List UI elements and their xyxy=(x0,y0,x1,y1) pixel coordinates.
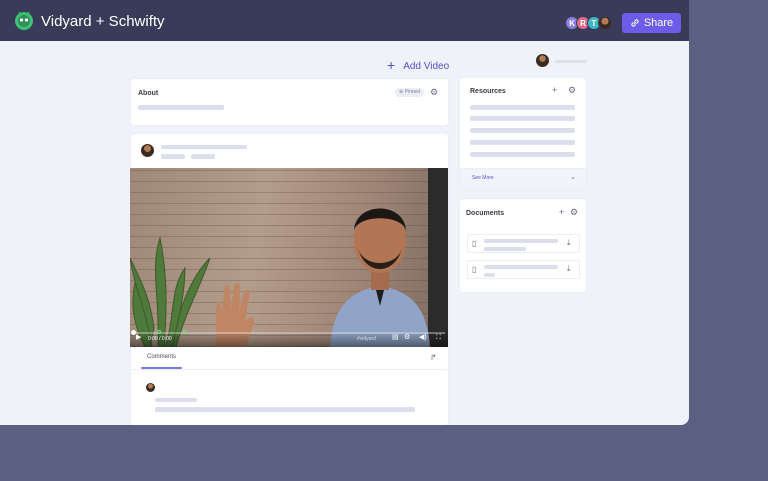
app-title: Vidyard + Schwifty xyxy=(41,13,165,30)
documents-title: Documents xyxy=(466,210,505,217)
file-icon: ▯ xyxy=(472,265,477,274)
share-button[interactable]: Share xyxy=(622,13,681,33)
document-meta-placeholder xyxy=(484,273,495,277)
download-icon[interactable]: ⤓ xyxy=(567,264,571,274)
video-player[interactable]: ▶ 0:00 / 0:00 #vidyard ▤ ⚙ ◀) ⛶ xyxy=(130,168,448,347)
about-card: About ⊕ Pinned ⚙ xyxy=(131,79,448,125)
tab-comments[interactable]: Comments xyxy=(147,354,176,360)
resource-placeholder[interactable] xyxy=(470,140,575,145)
resource-placeholder[interactable] xyxy=(470,128,575,133)
collaborator-avatar-photo[interactable] xyxy=(598,16,612,30)
link-icon xyxy=(631,19,639,27)
fullscreen-icon[interactable]: ⛶ xyxy=(436,334,441,341)
resources-card: Resources + ⚙ See More ⌄ xyxy=(460,78,586,188)
resource-placeholder[interactable] xyxy=(470,105,575,110)
comment-text-placeholder xyxy=(155,407,415,412)
document-item[interactable]: ▯ ⤓ xyxy=(467,260,580,279)
video-time: 0:00 / 0:00 xyxy=(148,336,172,342)
author-name-placeholder xyxy=(161,145,247,149)
presenter-figure xyxy=(330,208,430,347)
add-video-button[interactable]: + Add Video xyxy=(387,57,449,73)
chevron-down-icon[interactable]: ⌄ xyxy=(570,173,576,181)
gear-icon[interactable]: ⚙ xyxy=(568,86,576,95)
vidyard-watermark: #vidyard xyxy=(357,336,376,342)
plus-icon[interactable]: + xyxy=(559,208,564,217)
user-avatar[interactable] xyxy=(536,54,549,67)
download-icon[interactable]: ⤓ xyxy=(567,238,571,248)
document-meta-placeholder xyxy=(484,247,526,251)
post-meta-placeholder xyxy=(161,154,185,159)
post-meta-placeholder xyxy=(191,154,215,159)
plant-graphic xyxy=(130,236,211,347)
pinned-label: Pinned xyxy=(404,89,421,95)
plus-icon: + xyxy=(387,57,396,73)
about-text-placeholder xyxy=(138,105,224,110)
share-button-label: Share xyxy=(643,17,674,29)
settings-icon[interactable]: ⚙ xyxy=(404,334,410,341)
about-title: About xyxy=(138,90,159,97)
divider xyxy=(132,369,447,370)
play-icon[interactable]: ▶ xyxy=(136,334,141,341)
vidyard-logo-icon[interactable] xyxy=(13,9,35,31)
app-window: Vidyard + Schwifty K R T Share + Add Vide… xyxy=(0,0,689,425)
document-name-placeholder xyxy=(484,239,558,243)
gear-icon[interactable]: ⚙ xyxy=(570,208,578,217)
gear-icon[interactable]: ⚙ xyxy=(430,88,438,97)
add-video-label: Add Video xyxy=(403,61,450,72)
user-name-placeholder xyxy=(555,60,587,63)
chapter-marker[interactable] xyxy=(157,330,161,334)
comment-author-placeholder xyxy=(155,398,197,402)
pinned-badge[interactable]: ⊕ Pinned xyxy=(395,88,425,97)
resources-title: Resources xyxy=(470,88,506,95)
chapter-marker[interactable] xyxy=(183,330,187,334)
share-arrow-icon[interactable]: ↱ xyxy=(430,353,437,362)
commenter-avatar[interactable] xyxy=(146,383,155,392)
author-avatar[interactable] xyxy=(141,144,154,157)
captions-icon[interactable]: ▤ xyxy=(392,334,399,341)
top-bar: Vidyard + Schwifty K R T Share xyxy=(0,0,689,41)
document-name-placeholder xyxy=(484,265,558,269)
see-more-link[interactable]: See More xyxy=(472,175,494,181)
see-more-row[interactable]: See More ⌄ xyxy=(460,168,586,188)
volume-icon[interactable]: ◀) xyxy=(419,334,427,341)
plus-icon[interactable]: + xyxy=(552,86,557,95)
resource-placeholder[interactable] xyxy=(470,152,575,157)
document-item[interactable]: ▯ ⤓ xyxy=(467,234,580,253)
resource-placeholder[interactable] xyxy=(470,116,575,121)
file-icon: ▯ xyxy=(472,239,477,248)
